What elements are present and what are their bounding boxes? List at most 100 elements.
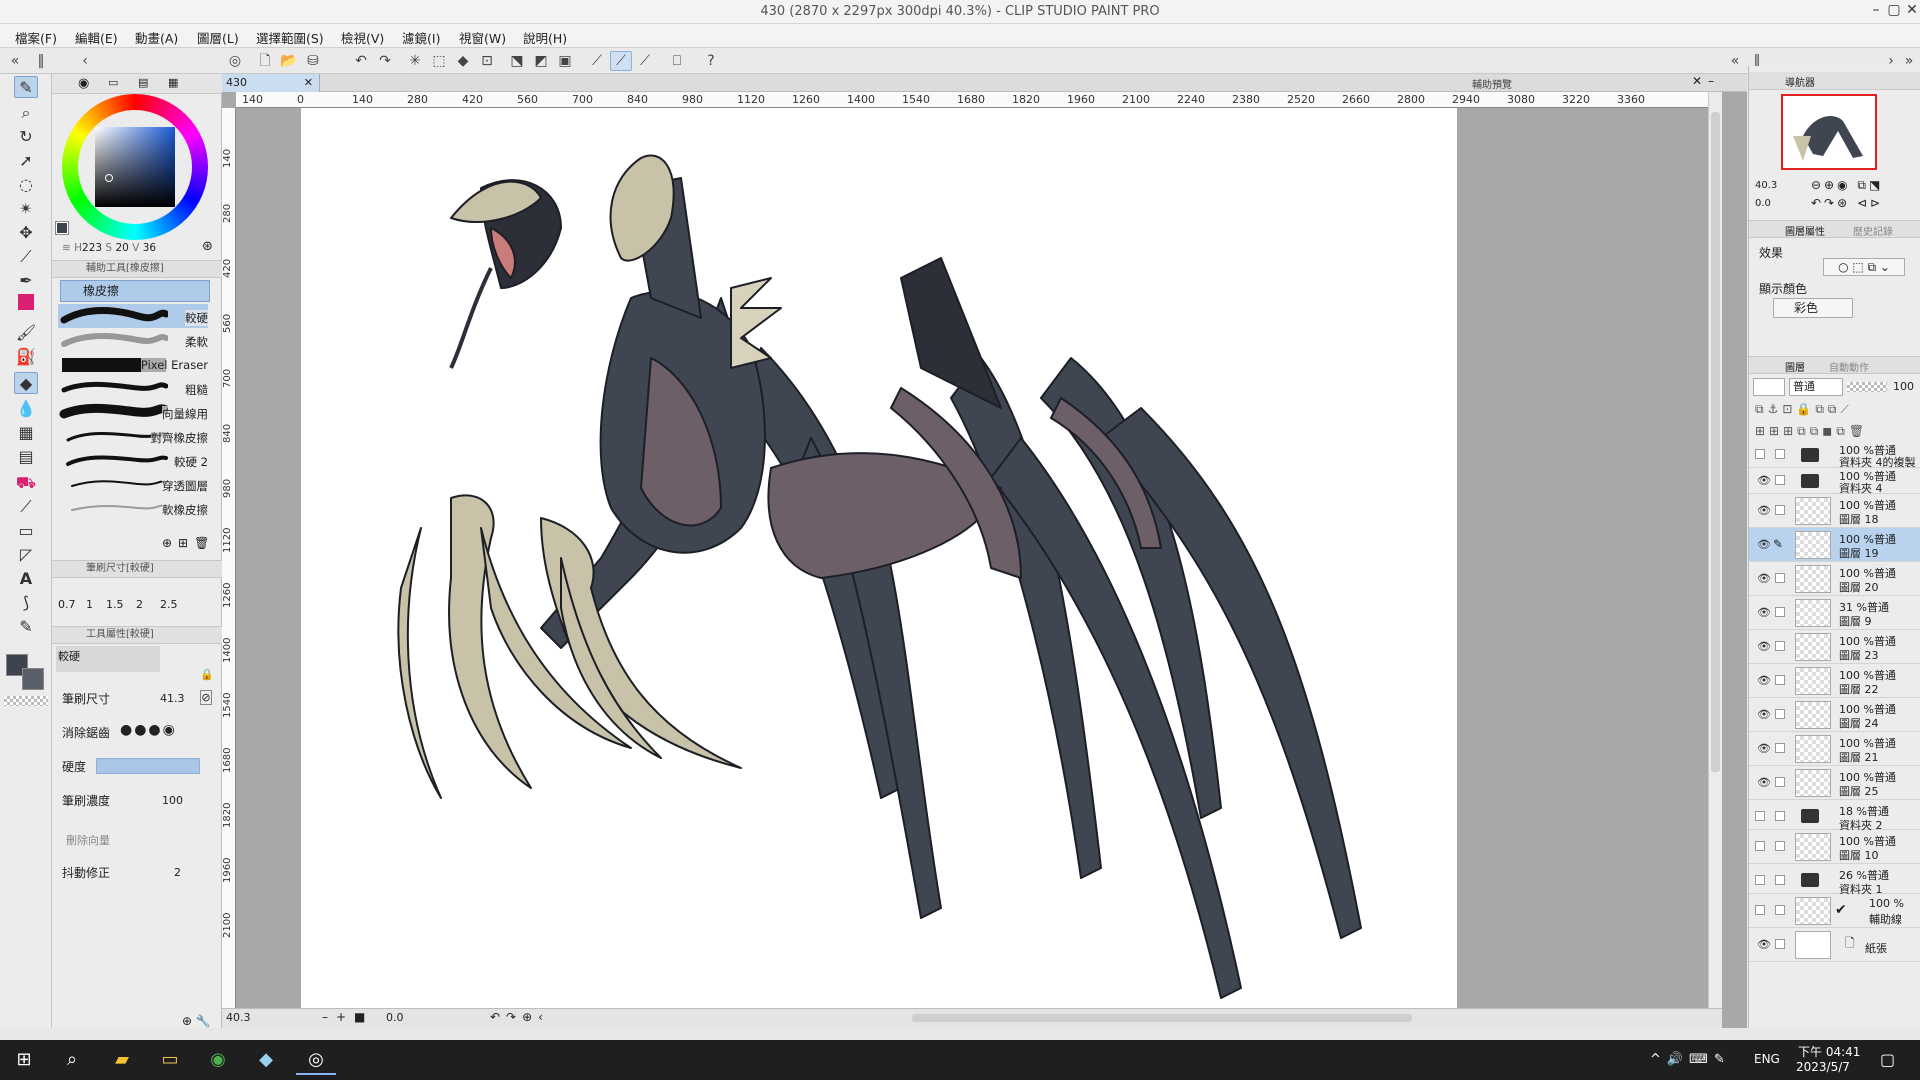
lock-icon[interactable]: 🔒: [200, 668, 214, 681]
clip-studio-icon[interactable]: ◎: [224, 51, 246, 71]
save-icon[interactable]: ⛁: [302, 51, 324, 71]
layer-color-select[interactable]: [1753, 378, 1785, 396]
airbrush-icon[interactable]: ⛽: [14, 346, 38, 368]
open-file-icon[interactable]: 📂: [278, 51, 300, 71]
pen-icon[interactable]: ✒: [14, 270, 38, 292]
subtool-actions[interactable]: ⊕⊞🗑: [162, 536, 215, 550]
blend-mode-select[interactable]: 普通: [1789, 378, 1843, 396]
eye-icon[interactable]: 👁: [1757, 709, 1771, 721]
stabilization-value[interactable]: 2: [174, 866, 181, 879]
color-set-tab-icon[interactable]: ▤: [138, 76, 148, 89]
invert-selection-icon[interactable]: ◩: [530, 51, 552, 71]
eye-icon[interactable]: 👁: [1757, 607, 1771, 619]
panel-collapse-icon[interactable]: «: [4, 51, 26, 71]
vertical-scrollbar[interactable]: [1708, 92, 1722, 1008]
clear-outside-icon[interactable]: ⬚: [428, 51, 450, 71]
menu-file[interactable]: 檔案(F): [15, 28, 57, 47]
eye-icon[interactable]: 👁: [1757, 573, 1771, 585]
text-tool-icon[interactable]: A: [14, 568, 38, 590]
angle-readout[interactable]: 0.0: [386, 1011, 404, 1024]
eye-icon[interactable]: 👁: [1757, 675, 1771, 687]
device-settings-icon[interactable]: ⎕: [666, 51, 688, 71]
eye-icon[interactable]: 👁: [1757, 475, 1771, 487]
chrome-icon[interactable]: ◉: [198, 1045, 238, 1075]
close-icon[interactable]: ✕: [1902, 2, 1920, 22]
blend-tool-icon[interactable]: 💧: [14, 398, 38, 420]
transparent-color-swatch[interactable]: [4, 696, 48, 706]
tab-layer[interactable]: 圖層: [1785, 359, 1805, 374]
brush-item[interactable]: 軟橡皮擦: [58, 496, 208, 520]
eyedropper-icon[interactable]: ⟋: [14, 246, 38, 268]
tab-layer-property[interactable]: 圖層屬性: [1785, 223, 1825, 238]
gradient-tool-icon[interactable]: ▤: [14, 446, 38, 468]
layer-row[interactable]: 👁 31 %普通 圖層 9: [1749, 596, 1920, 630]
eye-icon[interactable]: 👁: [1757, 777, 1771, 789]
transform-icon[interactable]: ⊡: [476, 51, 498, 71]
notification-icon[interactable]: ▢: [1880, 1050, 1895, 1069]
menu-animation[interactable]: 動畫(A): [135, 28, 178, 47]
layer-row[interactable]: ✔ 100 % 輔助線: [1749, 894, 1920, 928]
collapse-divider-icon[interactable]: ‖: [30, 51, 52, 71]
brush-item[interactable]: 粗糙: [58, 376, 208, 400]
clip-studio-taskbar-icon[interactable]: ◎: [296, 1045, 336, 1075]
back-icon[interactable]: ‹: [74, 51, 96, 71]
horizontal-scrollbar[interactable]: [912, 1014, 1412, 1022]
paint-bucket-icon[interactable]: ⛟: [14, 472, 38, 494]
frame-tool-icon[interactable]: ▭: [14, 520, 38, 542]
size-preset[interactable]: 1.5: [106, 598, 124, 611]
menu-view[interactable]: 檢視(V): [341, 28, 384, 47]
help-icon[interactable]: ?: [700, 51, 722, 71]
opacity-value[interactable]: 100: [1893, 380, 1914, 393]
brush-item[interactable]: 對齊橡皮擦: [58, 424, 208, 448]
menu-window[interactable]: 視窗(W): [459, 28, 506, 47]
windows-start-icon[interactable]: ⊞: [4, 1045, 44, 1075]
lasso-tool-icon[interactable]: ◌: [14, 174, 38, 196]
clear-icon[interactable]: ✳: [404, 51, 426, 71]
size-value[interactable]: 41.3: [160, 692, 185, 705]
display-color-select[interactable]: 彩色: [1773, 298, 1853, 318]
layer-row[interactable]: 👁 🗋 紙張: [1749, 928, 1920, 962]
sub-color-swatch[interactable]: [22, 668, 44, 690]
rotate-tool-icon[interactable]: ↻: [14, 126, 38, 148]
show-selection-icon[interactable]: ▣: [554, 51, 576, 71]
subtool-group-eraser[interactable]: 橡皮擦: [60, 280, 210, 302]
color-settings-icon[interactable]: ⊛: [202, 239, 213, 254]
layer-row[interactable]: 26 %普通 資料夾 1: [1749, 864, 1920, 896]
hardness-slider[interactable]: [96, 758, 200, 774]
tool-settings-icon[interactable]: ⊕ 🔧: [182, 1014, 211, 1028]
snap-special-ruler-icon[interactable]: ⟋: [610, 51, 632, 71]
file-explorer-icon[interactable]: ▭: [150, 1045, 190, 1075]
pencil-color-icon[interactable]: [18, 294, 34, 310]
deselect-icon[interactable]: ⬔: [506, 51, 528, 71]
maximize-icon[interactable]: ▢: [1884, 2, 1904, 22]
layer-row[interactable]: 👁 100 %普通 圖層 20: [1749, 562, 1920, 596]
ruler-tool-icon[interactable]: ◸: [14, 544, 38, 566]
eye-icon[interactable]: 👁: [1757, 539, 1771, 551]
size-preset[interactable]: 2.5: [160, 598, 178, 611]
zoom-controls[interactable]: –+■: [322, 1010, 373, 1024]
layer-row[interactable]: 👁 100 %普通 圖層 23: [1749, 630, 1920, 664]
menu-selection[interactable]: 選擇範圍(S): [256, 28, 324, 47]
layer-row[interactable]: 18 %普通 資料夾 2: [1749, 800, 1920, 832]
new-file-icon[interactable]: 🗋: [254, 51, 276, 71]
opacity-slider[interactable]: [1847, 382, 1887, 392]
pen-tool-icon[interactable]: ✎: [14, 76, 38, 98]
canvas-paper[interactable]: [301, 108, 1457, 1008]
correct-line-tool-icon[interactable]: ✎: [14, 616, 38, 638]
mini-main-swatch[interactable]: [55, 221, 69, 235]
size-preset[interactable]: 2: [136, 598, 143, 611]
color-wheel-tab-icon[interactable]: ◉: [78, 76, 89, 91]
eye-icon[interactable]: 👁: [1757, 743, 1771, 755]
canvas-tab[interactable]: 430 ✕: [222, 74, 320, 92]
language-indicator[interactable]: ENG: [1754, 1052, 1780, 1066]
fill-icon[interactable]: ◆: [452, 51, 474, 71]
layer-row[interactable]: 👁 100 %普通 圖層 21: [1749, 732, 1920, 766]
color-slider-tab-icon[interactable]: ▭: [108, 76, 118, 89]
snap-grid-icon[interactable]: ⟋: [634, 51, 656, 71]
menu-help[interactable]: 說明(H): [523, 28, 567, 47]
canvas-minimize-icon[interactable]: –: [1708, 74, 1714, 88]
minimize-icon[interactable]: –: [1866, 2, 1886, 22]
object-tool-icon[interactable]: ➚: [14, 150, 38, 172]
eye-icon[interactable]: 👁: [1757, 939, 1771, 951]
menu-layer[interactable]: 圖層(L): [197, 28, 239, 47]
